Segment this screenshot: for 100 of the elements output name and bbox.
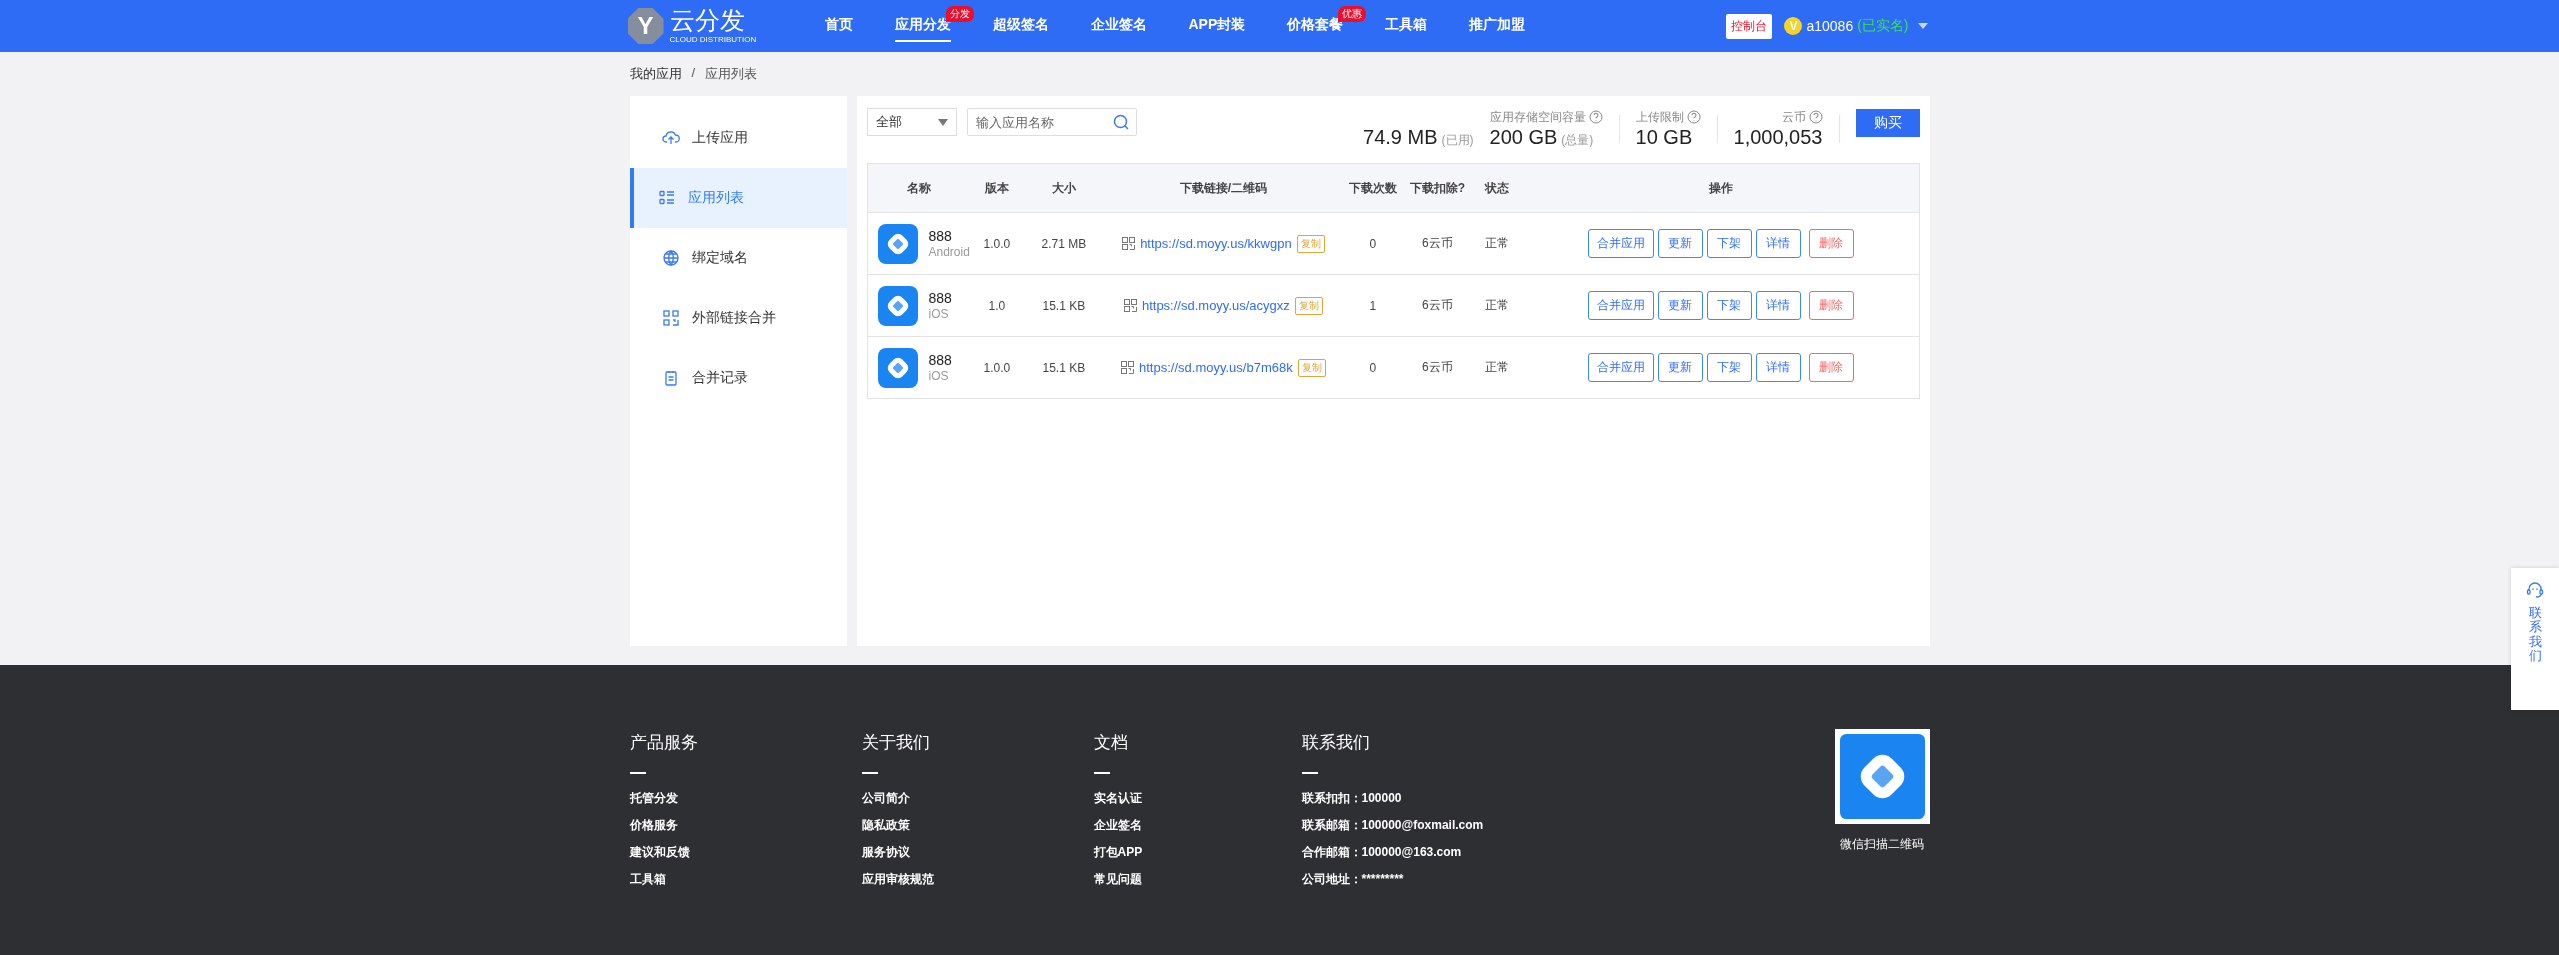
footer-link[interactable]: 价格服务 [629,812,862,839]
qr-code-icon[interactable] [1121,361,1135,374]
help-icon[interactable] [1808,110,1823,124]
action-button[interactable]: 更新 [1657,229,1703,258]
footer-link[interactable]: 建议和反馈 [629,839,862,866]
action-button[interactable]: 合并应用 [1587,353,1654,382]
column-header: 状态 [1484,180,1509,195]
upload-limit: 10 GB [1635,126,1693,149]
breadcrumb-item[interactable]: 我的应用 [629,65,682,83]
sidebar-item[interactable]: 外部链接合并 [629,288,847,348]
sidebar-item[interactable]: 上传应用 [629,108,847,168]
download-link[interactable]: https://sd.moyy.us/kkwgpn [1140,236,1292,251]
column-header: 名称 [907,180,932,195]
nav-badge: 分发 [945,6,974,22]
column-header: 下载扣除? [1409,180,1466,195]
breadcrumb-item: / [691,65,696,82]
app-platform: Android [928,244,970,260]
list-icon [657,189,676,207]
nav-link[interactable]: 超级签名 [992,10,1049,42]
download-link[interactable]: https://sd.moyy.us/acygxz [1141,298,1290,313]
action-button[interactable]: 下架 [1706,291,1752,320]
globe-icon [661,249,680,267]
footer-link[interactable]: 托管分发 [629,785,862,812]
delete-button[interactable]: 删除 [1808,353,1854,382]
search-field[interactable]: 输入应用名称 [966,108,1137,136]
action-button[interactable]: 更新 [1657,291,1703,320]
footer-heading: 文档 [1093,732,1129,754]
coin-balance: 1,000,053 [1733,126,1823,149]
buy-button[interactable]: 购买 [1855,108,1920,137]
filter-dropdown[interactable]: 全部 [866,108,957,136]
nav-link[interactable]: 企业签名 [1090,10,1147,42]
footer-link[interactable]: 应用审核规范 [861,866,1094,893]
storage-capacity: 200 GB [1489,126,1558,149]
sidebar-item[interactable]: 绑定域名 [629,228,847,288]
help-icon[interactable] [1686,110,1701,124]
status-cell: 正常 [1484,236,1509,250]
grid-icon [661,309,680,327]
action-button[interactable]: 详情 [1755,353,1801,382]
help-icon[interactable] [1588,110,1603,124]
logo-subtitle: CLOUD DISTRIBUTION [669,36,757,44]
app-icon [877,285,918,326]
delete-button[interactable]: 删除 [1808,229,1854,258]
action-button[interactable]: 更新 [1657,353,1703,382]
footer-link[interactable]: 常见问题 [1093,866,1302,893]
qr-caption: 微信扫描二维码 [1840,836,1924,853]
console-button[interactable]: 控制台 [1726,13,1773,39]
used-storage: 74.9 MB [1363,126,1438,149]
caret-icon[interactable] [1917,23,1928,29]
download-count: 1 [1369,298,1377,313]
search-icon[interactable] [1112,114,1129,130]
nav-badge: 优惠 [1338,6,1367,22]
footer-link[interactable]: 服务协议 [861,839,1094,866]
version-cell: 1.0.0 [983,236,1011,251]
status-cell: 正常 [1484,298,1509,312]
user-name[interactable]: a10086 [1806,18,1854,34]
nav-link[interactable]: 工具箱 [1385,10,1428,42]
stat-label: 云币 [1781,108,1806,126]
download-link[interactable]: https://sd.moyy.us/b7m68k [1139,360,1293,375]
app-platform: iOS [928,368,950,384]
caret-icon[interactable] [937,118,948,126]
headset-icon [2526,582,2544,598]
download-count: 0 [1369,360,1377,375]
footer-link[interactable]: 实名认证 [1093,785,1302,812]
app-platform: iOS [928,306,950,322]
size-cell: 15.1 KB [1042,360,1086,375]
app-icon [877,223,918,264]
stat-label: 应用存储空间容量 [1489,108,1586,126]
action-button[interactable]: 下架 [1706,353,1752,382]
nav-link[interactable]: 首页 [824,10,853,42]
contact-line: 公司地址：********* [1301,871,1405,888]
app-name: 888 [928,351,952,369]
footer-link[interactable]: 工具箱 [629,866,862,893]
footer-link[interactable]: 打包APP [1093,839,1302,866]
footer-link[interactable]: 隐私政策 [861,812,1094,839]
version-cell: 1.0 [988,298,1006,313]
sidebar-item[interactable]: 应用列表 [629,168,847,228]
contact-tab[interactable]: 联系我们 [2511,568,2559,710]
footer-link[interactable]: 公司简介 [861,785,1094,812]
logo-badge: Y [627,8,664,44]
qr-code-icon[interactable] [1123,299,1137,312]
cloud-upload-icon [661,129,680,147]
qr-code-icon[interactable] [1122,237,1136,250]
action-button[interactable]: 详情 [1755,229,1801,258]
sidebar-item[interactable]: 合并记录 [629,348,847,408]
deduct-cell: 6云币 [1422,360,1453,374]
version-cell: 1.0.0 [983,360,1011,375]
column-header: 版本 [984,180,1009,195]
footer-heading: 关于我们 [861,732,931,754]
download-count: 0 [1369,236,1377,251]
breadcrumb-item: 应用列表 [705,65,758,83]
stat-label: 上传限制 [1635,108,1684,126]
contact-line: 合作邮箱：100000@163.com [1301,844,1463,861]
action-button[interactable]: 下架 [1706,229,1752,258]
nav-link[interactable]: APP封装 [1188,10,1246,42]
action-button[interactable]: 合并应用 [1587,229,1654,258]
footer-link[interactable]: 企业签名 [1093,812,1302,839]
action-button[interactable]: 详情 [1755,291,1801,320]
delete-button[interactable]: 删除 [1808,291,1854,320]
nav-link[interactable]: 推广加盟 [1469,10,1526,42]
action-button[interactable]: 合并应用 [1587,291,1654,320]
